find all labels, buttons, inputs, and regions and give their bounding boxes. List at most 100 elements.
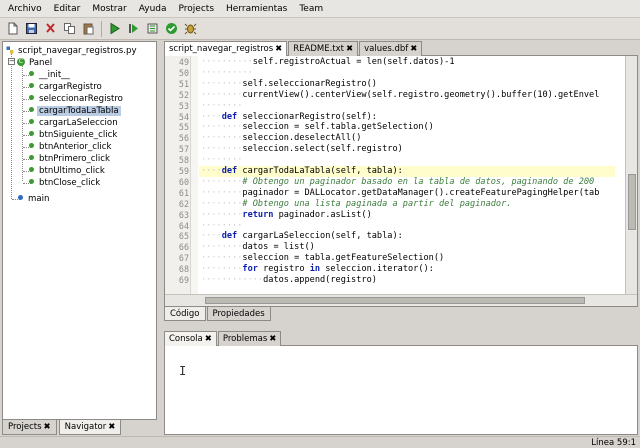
code-line[interactable]: ········self.seleccionarRegistro() bbox=[201, 79, 377, 90]
menu-projects[interactable]: Projects bbox=[173, 0, 220, 18]
code-token: seleccion = tabla.getFeatureSelection() bbox=[242, 253, 445, 264]
tree-method[interactable]: btnAnterior_click bbox=[29, 141, 113, 153]
code-line[interactable]: ·········· bbox=[201, 68, 253, 79]
vertical-scroll-thumb[interactable] bbox=[628, 174, 636, 230]
keyword-token: in bbox=[309, 264, 321, 275]
copy-icon[interactable] bbox=[60, 20, 78, 38]
tab-consola[interactable]: Consola ✖ bbox=[164, 331, 217, 346]
code-line[interactable]: ········datos = list() bbox=[201, 242, 315, 253]
method-icon bbox=[29, 83, 34, 88]
tab-label: Navigator bbox=[64, 422, 107, 432]
run-icon[interactable] bbox=[105, 20, 123, 38]
close-icon[interactable]: ✖ bbox=[44, 422, 51, 432]
horizontal-scroll-thumb[interactable] bbox=[205, 297, 585, 304]
check-icon[interactable] bbox=[162, 20, 180, 38]
whitespace-marker: ········ bbox=[201, 155, 243, 166]
line-number: 64 bbox=[178, 220, 189, 231]
menu-archivo[interactable]: Archivo bbox=[2, 0, 48, 18]
menu-editar[interactable]: Editar bbox=[48, 0, 87, 18]
tab-problemas[interactable]: Problemas ✖ bbox=[217, 331, 282, 346]
close-icon[interactable]: ✖ bbox=[346, 44, 353, 54]
code-line[interactable]: ········return paginador.asList() bbox=[201, 210, 372, 221]
code-line[interactable]: ········# Obtengo un paginador basado en… bbox=[201, 177, 594, 188]
tree-method[interactable]: seleccionarRegistro bbox=[29, 93, 125, 105]
code-line[interactable]: ········currentView().centerView(self.re… bbox=[201, 90, 599, 101]
vertical-scrollbar[interactable] bbox=[625, 56, 637, 295]
code-line[interactable]: ············datos.append(registro) bbox=[201, 275, 377, 286]
tree-method-label: __init__ bbox=[39, 70, 70, 80]
code-line[interactable]: ········ bbox=[201, 155, 242, 166]
close-icon[interactable]: ✖ bbox=[275, 44, 282, 54]
cut-icon[interactable] bbox=[41, 20, 59, 38]
code-line[interactable]: ········paginador = DALLocator.getDataMa… bbox=[201, 188, 599, 199]
method-icon bbox=[29, 179, 34, 184]
tab-values-dbf[interactable]: values.dbf ✖ bbox=[359, 41, 423, 56]
whitespace-marker: ·········· bbox=[201, 67, 253, 78]
code-line[interactable]: ········seleccion = self.tabla.getSelect… bbox=[201, 122, 434, 133]
save-icon[interactable] bbox=[22, 20, 40, 38]
text-cursor-icon: I bbox=[179, 364, 187, 378]
build-icon[interactable] bbox=[124, 20, 142, 38]
line-number: 53 bbox=[178, 100, 189, 111]
code-token: seleccion.iterator(): bbox=[320, 264, 434, 275]
whitespace-marker: ········ bbox=[201, 78, 243, 89]
code-line[interactable]: ····def cargarTodaLaTabla(self, tabla): bbox=[201, 166, 403, 177]
tab-propiedades[interactable]: Propiedades bbox=[206, 307, 271, 321]
tree-method[interactable]: btnUltimo_click bbox=[29, 165, 107, 177]
code-line[interactable]: ····def cargarLaSeleccion(self, tabla): bbox=[201, 231, 403, 242]
tree-method[interactable]: btnClose_click bbox=[29, 177, 102, 189]
close-icon[interactable]: ✖ bbox=[108, 422, 115, 432]
menu-herramientas[interactable]: Herramientas bbox=[220, 0, 293, 18]
console-output[interactable]: I bbox=[164, 346, 638, 435]
tree-root-label: script_navegar_registros.py bbox=[18, 46, 137, 56]
code-line[interactable]: ········seleccion = tabla.getFeatureSele… bbox=[201, 253, 444, 264]
close-icon[interactable]: ✖ bbox=[269, 334, 276, 344]
tab-navigator[interactable]: Navigator ✖ bbox=[58, 420, 122, 435]
paste-icon[interactable] bbox=[79, 20, 97, 38]
close-icon[interactable]: ✖ bbox=[410, 44, 417, 54]
tree-function-main[interactable]: main bbox=[18, 193, 51, 205]
left-panel-tabs: Projects ✖ Navigator ✖ bbox=[2, 420, 157, 435]
tree-method[interactable]: cargarLaSeleccion bbox=[29, 117, 120, 129]
code-line[interactable]: ········ bbox=[201, 221, 242, 232]
tree-root[interactable]: script_navegar_registros.py bbox=[6, 45, 139, 57]
line-number: 66 bbox=[178, 242, 189, 253]
tree-class-panel[interactable]: − C Panel bbox=[8, 57, 54, 69]
whitespace-marker: ········ bbox=[201, 100, 243, 111]
code-token: self.seleccionarRegistro() bbox=[242, 78, 377, 89]
code-line[interactable]: ········seleccion.select(self.registro) bbox=[201, 144, 403, 155]
tree-method-label: cargarTodaLaTabla bbox=[37, 106, 121, 116]
menu-ayuda[interactable]: Ayuda bbox=[133, 0, 173, 18]
code-editor[interactable]: 49 ··········self.registroActual = len(se… bbox=[164, 56, 638, 307]
new-file-icon[interactable] bbox=[3, 20, 21, 38]
tree-method-label: btnPrimero_click bbox=[39, 154, 110, 164]
code-line[interactable]: ··········self.registroActual = len(self… bbox=[201, 57, 455, 68]
menu-team[interactable]: Team bbox=[293, 0, 329, 18]
code-line[interactable]: ········# Obtengo una lista paginada a p… bbox=[201, 199, 511, 210]
code-line[interactable]: ········ bbox=[201, 101, 242, 112]
code-line[interactable]: ········seleccion.deselectAll() bbox=[201, 133, 361, 144]
method-icon bbox=[29, 107, 34, 112]
whitespace-marker: ········ bbox=[201, 220, 243, 231]
tree-method-selected[interactable]: cargarTodaLaTabla bbox=[29, 105, 121, 117]
code-line[interactable]: ····def seleccionarRegistro(self): bbox=[201, 112, 377, 123]
menu-mostrar[interactable]: Mostrar bbox=[86, 0, 132, 18]
tab-readme[interactable]: README.txt ✖ bbox=[288, 41, 359, 56]
tab-projects[interactable]: Projects ✖ bbox=[2, 420, 57, 435]
tree-method[interactable]: __init__ bbox=[29, 69, 72, 81]
tree-method[interactable]: btnPrimero_click bbox=[29, 153, 112, 165]
build-all-icon[interactable] bbox=[143, 20, 161, 38]
tree-method[interactable]: btnSiguiente_click bbox=[29, 129, 119, 141]
debug-icon[interactable] bbox=[181, 20, 199, 38]
tree-method[interactable]: cargarRegistro bbox=[29, 81, 104, 93]
horizontal-scrollbar[interactable] bbox=[165, 294, 637, 306]
toolbar-separator bbox=[101, 20, 102, 37]
line-number: 69 bbox=[178, 275, 189, 285]
code-line[interactable]: ········for registro in seleccion.iterat… bbox=[201, 264, 434, 275]
line-number: 59 bbox=[178, 166, 189, 176]
tab-codigo[interactable]: Código bbox=[164, 307, 206, 321]
close-icon[interactable]: ✖ bbox=[205, 334, 212, 344]
tab-script-navegar-registros[interactable]: script_navegar_registros ✖ bbox=[164, 41, 288, 56]
expand-icon[interactable]: − bbox=[8, 58, 15, 65]
tree-method-label: btnSiguiente_click bbox=[39, 130, 118, 140]
